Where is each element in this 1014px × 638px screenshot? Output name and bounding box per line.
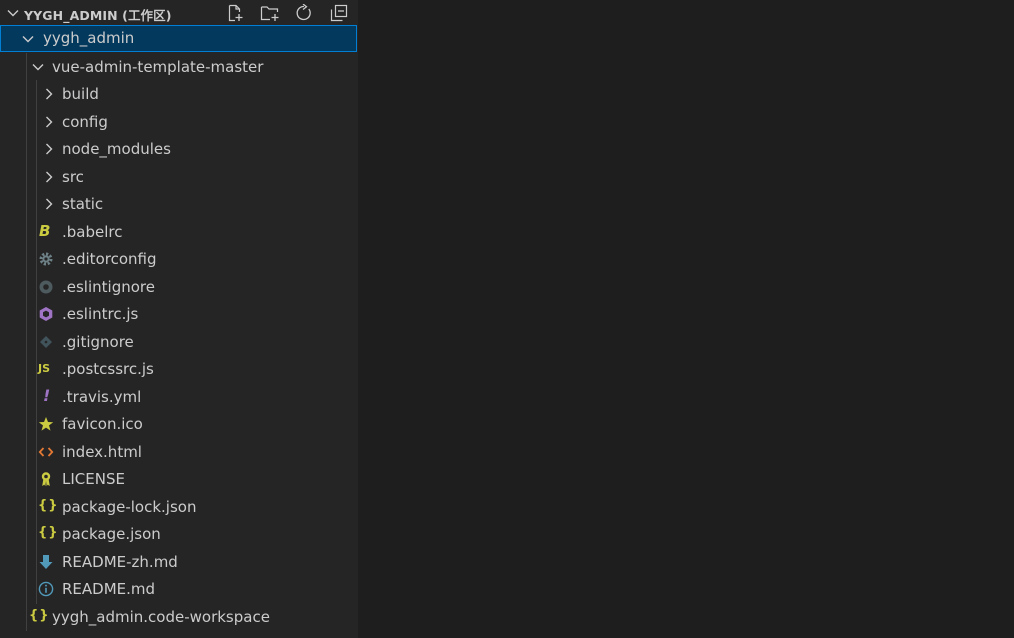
chevron-down-icon[interactable] <box>6 6 20 20</box>
tree-item-label: yygh_admin.code-workspace <box>52 608 270 626</box>
tree-item-folder[interactable]: build <box>0 81 358 108</box>
tree-item-label: package.json <box>62 525 161 543</box>
yaml-exclamation-icon: ! <box>43 386 51 405</box>
chevron-right-icon <box>46 143 53 155</box>
html-icon <box>38 447 54 457</box>
refresh-icon[interactable] <box>293 2 315 24</box>
info-icon <box>38 581 54 597</box>
tree-item-label: .travis.yml <box>62 388 142 406</box>
tree-item-file[interactable]: JS .postcssrc.js <box>0 356 358 383</box>
tree-item-folder[interactable]: config <box>0 109 358 136</box>
chevron-down-icon <box>32 64 44 71</box>
json-icon: {} <box>29 608 50 623</box>
tree-item-file[interactable]: B .babelrc <box>0 219 358 246</box>
tree-item-label: README-zh.md <box>62 553 178 571</box>
tree-item-workspace-file[interactable]: {} yygh_admin.code-workspace <box>0 604 358 631</box>
chevron-right-icon <box>46 88 53 100</box>
tree-item-label: index.html <box>62 443 142 461</box>
star-icon <box>38 417 54 431</box>
tree-item-vue-admin-template-master[interactable]: vue-admin-template-master <box>0 54 358 81</box>
tree-item-label: config <box>62 113 108 131</box>
tree-item-folder[interactable]: node_modules <box>0 136 358 163</box>
editor-area <box>358 0 1014 638</box>
json-icon: {} <box>38 525 59 540</box>
tree-item-file[interactable]: {} package.json <box>0 521 358 548</box>
license-icon <box>41 472 51 487</box>
tree-item-label: node_modules <box>62 140 171 158</box>
collapse-all-icon[interactable] <box>328 2 350 24</box>
json-icon: {} <box>38 498 59 513</box>
tree-item-label: vue-admin-template-master <box>52 58 264 76</box>
tree-item-file[interactable]: README.md <box>0 576 358 603</box>
tree-item-label: README.md <box>62 580 156 598</box>
gear-icon <box>39 252 53 266</box>
tree-item-file[interactable]: .eslintignore <box>0 274 358 301</box>
workspace-title: YYGH_ADMIN (工作区) <box>24 8 172 23</box>
explorer-header[interactable]: YYGH_ADMIN (工作区) <box>0 0 358 26</box>
tree-item-label: .eslintrc.js <box>62 305 139 323</box>
chevron-right-icon <box>46 171 53 183</box>
tree-item-yygh-admin[interactable]: yygh_admin <box>0 25 357 52</box>
eslint-ignore-icon <box>39 280 53 294</box>
tree-item-file[interactable]: .gitignore <box>0 329 358 356</box>
tree-item-folder[interactable]: src <box>0 164 358 191</box>
tree-item-label: static <box>62 195 104 213</box>
tree-item-label: favicon.ico <box>62 415 143 433</box>
tree-item-label: .gitignore <box>62 333 134 351</box>
tree-item-file[interactable]: favicon.ico <box>0 411 358 438</box>
chevron-right-icon <box>46 198 53 210</box>
chevron-down-icon <box>22 36 34 43</box>
tree-item-file[interactable]: .eslintrc.js <box>0 301 358 328</box>
tree-item-file[interactable]: {} package-lock.json <box>0 494 358 521</box>
new-folder-icon[interactable] <box>258 2 280 24</box>
js-icon: JS <box>38 362 51 375</box>
tree-item-label: LICENSE <box>62 470 125 488</box>
new-file-icon[interactable] <box>224 2 246 24</box>
tree-item-file[interactable]: .editorconfig <box>0 246 358 273</box>
git-icon <box>40 336 52 348</box>
tree-item-file[interactable]: LICENSE <box>0 466 358 493</box>
tree-item-label: package-lock.json <box>62 498 197 516</box>
tree-item-file[interactable]: README-zh.md <box>0 549 358 576</box>
tree-item-label: .editorconfig <box>62 250 157 268</box>
tree-item-label: src <box>62 168 84 186</box>
tree-item-label: yygh_admin <box>43 29 135 47</box>
tree-item-label: .postcssrc.js <box>62 360 154 378</box>
tree-item-label: .eslintignore <box>62 278 155 296</box>
tree-item-file[interactable]: ! .travis.yml <box>0 384 358 411</box>
tree-item-folder[interactable]: static <box>0 191 358 218</box>
eslint-icon <box>39 307 53 321</box>
tree-item-label: .babelrc <box>62 223 123 241</box>
tree-item-label: build <box>62 85 99 103</box>
chevron-right-icon <box>46 116 53 128</box>
babel-icon: B <box>39 222 51 240</box>
download-arrow-icon <box>39 555 53 569</box>
explorer-sidebar: YYGH_ADMIN (工作区) yygh_admin vue-admin-te… <box>0 0 358 638</box>
tree-item-file[interactable]: index.html <box>0 439 358 466</box>
